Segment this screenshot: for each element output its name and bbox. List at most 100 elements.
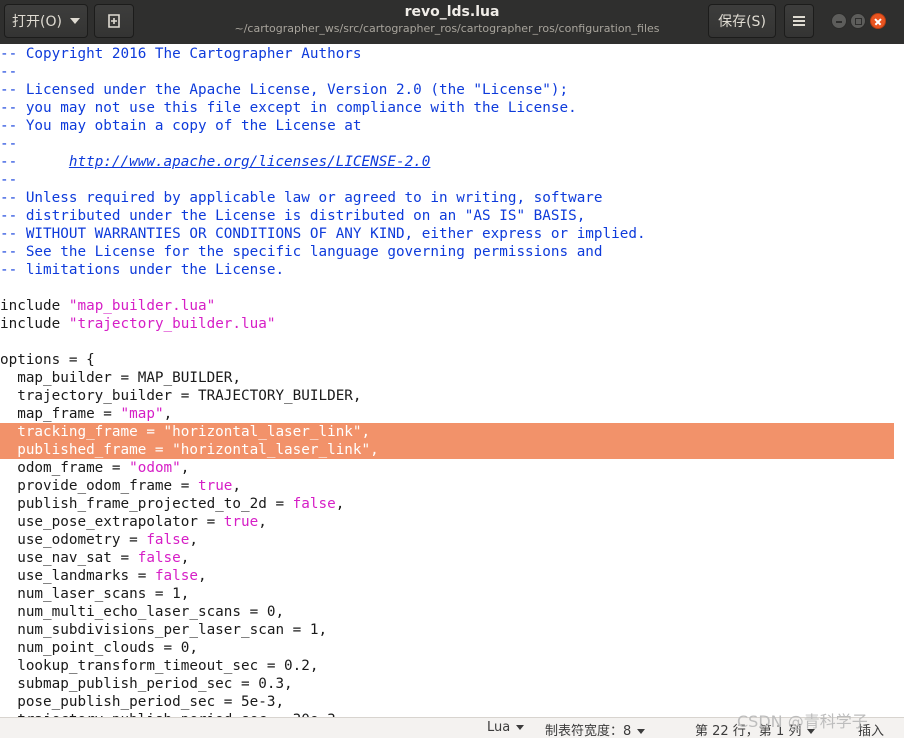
chevron-down-icon <box>516 725 525 730</box>
code-line[interactable]: num_multi_echo_laser_scans = 0, <box>0 603 284 621</box>
code-token: true <box>197 478 233 494</box>
code-token: num_point_clouds = 0, <box>0 640 198 656</box>
code-line[interactable]: use_odometry = false, <box>0 531 198 549</box>
code-line[interactable]: tracking_frame = "horizontal_laser_link"… <box>0 423 894 441</box>
code-token: , <box>180 460 190 476</box>
code-token: use_odometry = <box>0 532 147 548</box>
code-token: -- WITHOUT WARRANTIES OR CONDITIONS OF A… <box>0 226 646 242</box>
code-token: -- <box>0 154 69 170</box>
open-button-label: 打开(O) <box>12 14 62 30</box>
code-token: options = { <box>0 352 95 368</box>
language-label: Lua <box>487 720 511 735</box>
code-line[interactable]: provide_odom_frame = true, <box>0 477 241 495</box>
code-token: -- You may obtain a copy of the License … <box>0 118 362 134</box>
code-line[interactable]: submap_publish_period_sec = 0.3, <box>0 675 293 693</box>
code-line[interactable]: use_landmarks = false, <box>0 567 207 585</box>
code-line[interactable]: publish_frame_projected_to_2d = false, <box>0 495 344 513</box>
code-line[interactable]: odom_frame = "odom", <box>0 459 189 477</box>
code-token: , <box>180 550 190 566</box>
code-token: -- <box>0 64 18 80</box>
code-line[interactable]: -- http://www.apache.org/licenses/LICENS… <box>0 153 430 171</box>
code-token: tracking_frame = "horizontal_laser_link"… <box>0 424 371 440</box>
code-token: , <box>189 532 198 548</box>
code-token: use_landmarks = <box>0 568 155 584</box>
code-token: lookup_transform_timeout_sec = 0.2, <box>0 658 319 674</box>
code-line[interactable]: options = { <box>0 351 95 369</box>
code-token: , <box>335 496 345 512</box>
code-line[interactable]: num_subdivisions_per_laser_scan = 1, <box>0 621 327 639</box>
scrollbar[interactable] <box>898 44 904 717</box>
code-token: -- you may not use this file except in c… <box>0 100 577 116</box>
code-token: true <box>223 514 259 530</box>
code-line[interactable]: published_frame = "horizontal_laser_link… <box>0 441 894 459</box>
code-token: odom_frame = <box>0 460 130 476</box>
maximize-button[interactable] <box>850 13 866 29</box>
code-token: , <box>197 568 207 584</box>
code-line[interactable]: -- <box>0 63 17 81</box>
code-token: -- <box>0 172 18 188</box>
code-token: num_multi_echo_laser_scans = 0, <box>0 604 285 620</box>
code-token: provide_odom_frame = <box>0 478 198 494</box>
code-line[interactable]: include "map_builder.lua" <box>0 297 215 315</box>
minimize-button[interactable] <box>831 13 847 29</box>
code-token: pose_publish_period_sec = 5e-3, <box>0 694 285 710</box>
code-token: false <box>146 532 190 548</box>
code-line[interactable]: -- You may obtain a copy of the License … <box>0 117 362 135</box>
code-token: -- Licensed under the Apache License, Ve… <box>0 82 569 98</box>
code-line[interactable]: -- Licensed under the Apache License, Ve… <box>0 81 568 99</box>
code-line[interactable]: -- Copyright 2016 The Cartographer Autho… <box>0 45 362 63</box>
code-token: , <box>163 406 173 422</box>
code-token: num_laser_scans = 1, <box>0 586 190 602</box>
code-token: -- limitations under the License. <box>0 262 285 278</box>
code-token: -- Unless required by applicable law or … <box>0 190 603 206</box>
language-selector[interactable]: Lua <box>487 720 525 735</box>
code-line[interactable]: num_point_clouds = 0, <box>0 639 198 657</box>
open-button[interactable]: 打开(O) <box>4 4 88 38</box>
text-editor[interactable]: -- Copyright 2016 The Cartographer Autho… <box>0 44 904 717</box>
code-token: -- Copyright 2016 The Cartographer Autho… <box>0 46 362 62</box>
header-bar: 打开(O) revo_lds.lua ~/cartographer_ws/src… <box>0 0 904 44</box>
code-token: "odom" <box>129 460 181 476</box>
chevron-down-icon <box>637 729 646 734</box>
code-line[interactable]: -- See the License for the specific lang… <box>0 243 603 261</box>
tab-width-selector[interactable]: 制表符宽度：8 <box>545 720 646 739</box>
save-button[interactable]: 保存(S) <box>708 4 776 38</box>
code-token: -- <box>0 136 18 152</box>
code-line[interactable]: num_laser_scans = 1, <box>0 585 189 603</box>
new-document-button[interactable] <box>94 4 134 38</box>
code-token: submap_publish_period_sec = 0.3, <box>0 676 293 692</box>
code-token: false <box>137 550 181 566</box>
code-line[interactable]: -- Unless required by applicable law or … <box>0 189 603 207</box>
code-token: http://www.apache.org/licenses/LICENSE-2… <box>68 154 431 170</box>
code-line[interactable]: -- WITHOUT WARRANTIES OR CONDITIONS OF A… <box>0 225 646 243</box>
code-line[interactable]: lookup_transform_timeout_sec = 0.2, <box>0 657 318 675</box>
code-line[interactable]: pose_publish_period_sec = 5e-3, <box>0 693 284 711</box>
code-token: "trajectory_builder.lua" <box>68 316 276 332</box>
menu-button[interactable] <box>784 4 814 38</box>
close-button[interactable] <box>870 13 886 29</box>
code-line[interactable]: include "trajectory_builder.lua" <box>0 315 275 333</box>
code-token: include <box>0 298 69 314</box>
code-line[interactable]: -- <box>0 135 17 153</box>
new-document-icon <box>108 14 120 28</box>
code-token: false <box>154 568 198 584</box>
code-line[interactable]: map_frame = "map", <box>0 405 172 423</box>
code-token: use_pose_extrapolator = <box>0 514 224 530</box>
code-line[interactable]: -- you may not use this file except in c… <box>0 99 577 117</box>
code-line[interactable]: use_pose_extrapolator = true, <box>0 513 267 531</box>
code-token: map_frame = <box>0 406 121 422</box>
code-line[interactable]: -- limitations under the License. <box>0 261 284 279</box>
code-token: use_nav_sat = <box>0 550 138 566</box>
code-line[interactable]: trajectory_builder = TRAJECTORY_BUILDER, <box>0 387 361 405</box>
code-token: published_frame = "horizontal_laser_link… <box>0 442 379 458</box>
code-line[interactable]: map_builder = MAP_BUILDER, <box>0 369 241 387</box>
code-token: , <box>258 514 267 530</box>
watermark: CSDN @青科学子 <box>737 712 868 731</box>
code-line[interactable]: -- distributed under the License is dist… <box>0 207 585 225</box>
code-token: "map_builder.lua" <box>68 298 216 314</box>
code-token: num_subdivisions_per_laser_scan = 1, <box>0 622 328 638</box>
code-line[interactable]: use_nav_sat = false, <box>0 549 189 567</box>
code-token: map_builder = MAP_BUILDER, <box>0 370 242 386</box>
code-line[interactable]: -- <box>0 171 17 189</box>
code-token: -- distributed under the License is dist… <box>0 208 586 224</box>
